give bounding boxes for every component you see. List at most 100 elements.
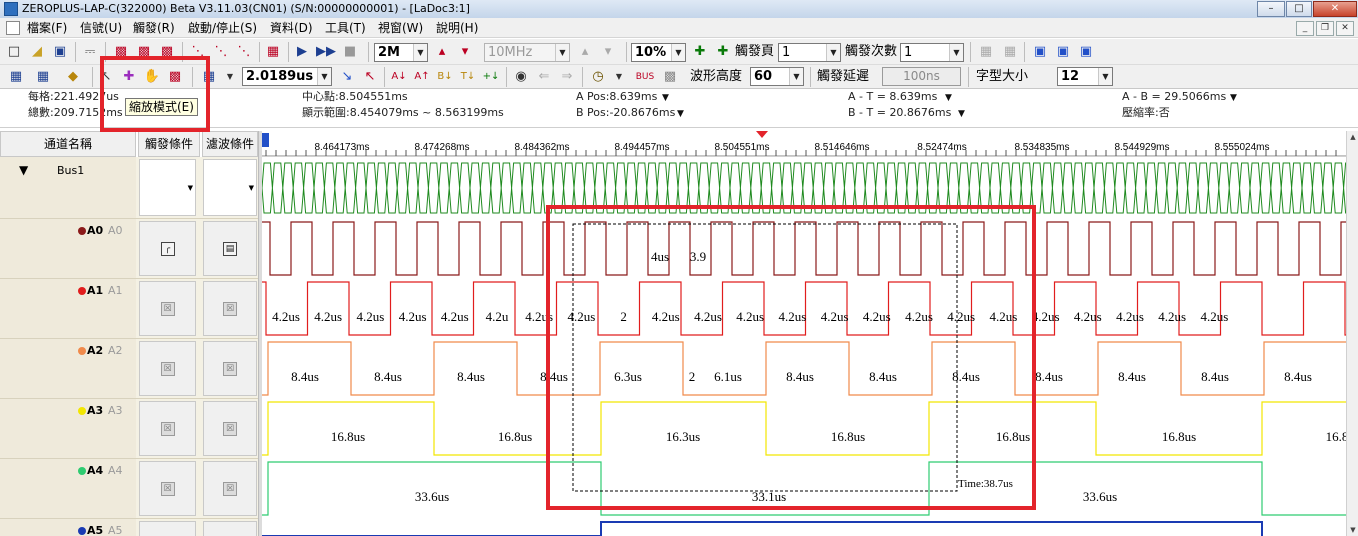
- mdi-minimize-button[interactable]: _: [1296, 21, 1314, 36]
- menu-start-stop[interactable]: 啟動/停止(S): [188, 20, 257, 36]
- bar-add-icon[interactable]: +↓: [481, 67, 501, 87]
- export-icon[interactable]: ▦: [263, 42, 283, 62]
- vertical-scrollbar[interactable]: ▲ ▼: [1346, 131, 1358, 536]
- filter-condition-cell[interactable]: ☒: [203, 401, 257, 456]
- bar-d-icon[interactable]: T↓: [458, 67, 478, 87]
- menu-tools[interactable]: 工具(T): [325, 20, 366, 36]
- bus-filter-select[interactable]: ▼: [203, 159, 257, 216]
- channel-row-a0[interactable]: A0 A0 ╭ ▤: [0, 219, 258, 279]
- grid-view-icon[interactable]: ▦: [6, 67, 26, 87]
- channel-row-a5[interactable]: A5 A5: [0, 519, 258, 536]
- memory-decrease-icon[interactable]: ▾: [455, 42, 475, 62]
- trigger-page-select[interactable]: 1 ▼: [778, 43, 841, 62]
- layout2-icon[interactable]: ▦: [1000, 42, 1020, 62]
- scroll-down-icon[interactable]: ▼: [1348, 524, 1358, 536]
- wave-height-select[interactable]: 60 ▼: [750, 67, 804, 86]
- trigger-condition-cell[interactable]: ╭: [139, 221, 196, 276]
- mdi-restore-button[interactable]: ❐: [1316, 21, 1334, 36]
- channel-name-cell: A1 A1: [0, 279, 136, 338]
- chevron-down-icon[interactable]: ▼: [609, 67, 629, 87]
- trigger-delay-button[interactable]: 100ns: [882, 67, 961, 86]
- chevron-down-icon[interactable]: ▼: [677, 107, 684, 121]
- zoom-in-icon[interactable]: ↘: [337, 67, 357, 87]
- trigger-left-icon[interactable]: ✚: [690, 42, 710, 62]
- search-next-icon[interactable]: ⇒: [557, 67, 577, 87]
- filter-condition-cell[interactable]: [203, 521, 257, 536]
- window-cascade-icon[interactable]: ▣: [1053, 42, 1073, 62]
- chevron-down-icon[interactable]: ▼: [945, 91, 952, 105]
- menu-file[interactable]: 檔案(F): [27, 20, 67, 36]
- font-size-value: 12: [1061, 69, 1080, 84]
- channel-row-a4[interactable]: A4 A4 ☒ ☒: [0, 459, 258, 519]
- scroll-up-icon[interactable]: ▲: [1348, 131, 1358, 143]
- memory-depth-select[interactable]: 2M ▼: [374, 43, 428, 62]
- window-arrange-icon[interactable]: ▣: [1076, 42, 1096, 62]
- frequency-select[interactable]: 10MHz ▼: [484, 43, 570, 62]
- signal-group-icon[interactable]: ⋱: [234, 42, 254, 62]
- time-ruler[interactable]: 8.464173ms 8.474268ms 8.484362ms 8.494457ms…: [262, 131, 1346, 157]
- filter-condition-cell[interactable]: ▤: [203, 221, 257, 276]
- chevron-down-icon[interactable]: ▼: [220, 67, 240, 87]
- minimize-button[interactable]: –: [1257, 1, 1285, 17]
- stop-icon[interactable]: ■: [340, 42, 360, 62]
- channel-row-bus1[interactable]: ▼ Bus1 ▼ ▼: [0, 157, 258, 219]
- filter-condition-cell[interactable]: ☒: [203, 341, 257, 396]
- channel-row-a2[interactable]: A2 A2 ☒ ☒: [0, 339, 258, 399]
- filter-condition-header[interactable]: 濾波條件: [202, 131, 258, 157]
- filter-condition-cell[interactable]: ☒: [203, 461, 257, 516]
- search-prev-icon[interactable]: ⇐: [534, 67, 554, 87]
- menu-trigger[interactable]: 觸發(R): [133, 20, 175, 36]
- open-folder-icon[interactable]: ◢: [27, 42, 47, 62]
- trigger-marker[interactable]: [756, 131, 768, 138]
- list-view-icon[interactable]: ▦: [33, 67, 53, 87]
- menu-signal[interactable]: 信號(U): [80, 20, 122, 36]
- run-icon[interactable]: ▶: [292, 42, 312, 62]
- new-file-icon[interactable]: □: [4, 42, 24, 62]
- channel-row-a1[interactable]: A1 A1 ☒ ☒: [0, 279, 258, 339]
- trigger-count-select[interactable]: 1 ▼: [900, 43, 964, 62]
- collapse-triangle-icon[interactable]: ▼: [19, 163, 28, 177]
- trigger-condition-cell[interactable]: ☒: [139, 341, 196, 396]
- chevron-down-icon[interactable]: ▼: [662, 91, 669, 105]
- chevron-down-icon[interactable]: ▼: [958, 107, 965, 121]
- bar-a-icon[interactable]: A↓: [389, 67, 409, 87]
- font-size-select[interactable]: 12 ▼: [1057, 67, 1113, 86]
- time-per-div-select[interactable]: 2.0189us ▼: [242, 67, 332, 86]
- menu-data[interactable]: 資料(D): [270, 20, 313, 36]
- run-repeat-icon[interactable]: ▶▶: [316, 42, 336, 62]
- trigger-position-select[interactable]: 10% ▼: [631, 43, 686, 62]
- memory-increase-icon[interactable]: ▴: [432, 42, 452, 62]
- mdi-close-button[interactable]: ✕: [1336, 21, 1354, 36]
- binoculars-icon[interactable]: ◉: [511, 67, 531, 87]
- color-icon[interactable]: ◆: [63, 67, 83, 87]
- trigger-condition-cell[interactable]: ☒: [139, 281, 196, 336]
- clock-icon[interactable]: ◷: [588, 67, 608, 87]
- cursor-a-marker[interactable]: [262, 133, 269, 147]
- channel-name-header[interactable]: 通道名稱: [0, 131, 136, 157]
- bus-trigger-select[interactable]: ▼: [139, 159, 196, 216]
- window-tile-icon[interactable]: ▣: [1030, 42, 1050, 62]
- print-icon[interactable]: ⎓: [80, 42, 100, 62]
- bus-icon[interactable]: BUS: [635, 67, 655, 87]
- menu-window[interactable]: 視窗(W): [378, 20, 423, 36]
- bus-config-icon[interactable]: ▩: [660, 67, 680, 87]
- menu-help[interactable]: 說明(H): [436, 20, 478, 36]
- trigger-condition-cell[interactable]: ☒: [139, 461, 196, 516]
- bar-c-icon[interactable]: B↓: [435, 67, 455, 87]
- layout-icon[interactable]: ▦: [976, 42, 996, 62]
- filter-condition-cell[interactable]: ☒: [203, 281, 257, 336]
- trigger-condition-cell[interactable]: ☒: [139, 401, 196, 456]
- signal-filter-icon[interactable]: ⋱: [211, 42, 231, 62]
- freq-down-icon[interactable]: ▾: [598, 42, 618, 62]
- trigger-condition-header[interactable]: 觸發條件: [138, 131, 200, 157]
- trigger-right-icon[interactable]: ✚: [713, 42, 733, 62]
- chevron-down-icon[interactable]: ▼: [1230, 91, 1237, 105]
- bar-b-icon[interactable]: A↑: [412, 67, 432, 87]
- close-button[interactable]: ✕: [1313, 1, 1357, 17]
- trigger-condition-cell[interactable]: [139, 521, 196, 536]
- save-icon[interactable]: ▣: [50, 42, 70, 62]
- zoom-out-icon[interactable]: ↖: [360, 67, 380, 87]
- freq-up-icon[interactable]: ▴: [575, 42, 595, 62]
- channel-row-a3[interactable]: A3 A3 ☒ ☒: [0, 399, 258, 459]
- maximize-button[interactable]: □: [1286, 1, 1312, 17]
